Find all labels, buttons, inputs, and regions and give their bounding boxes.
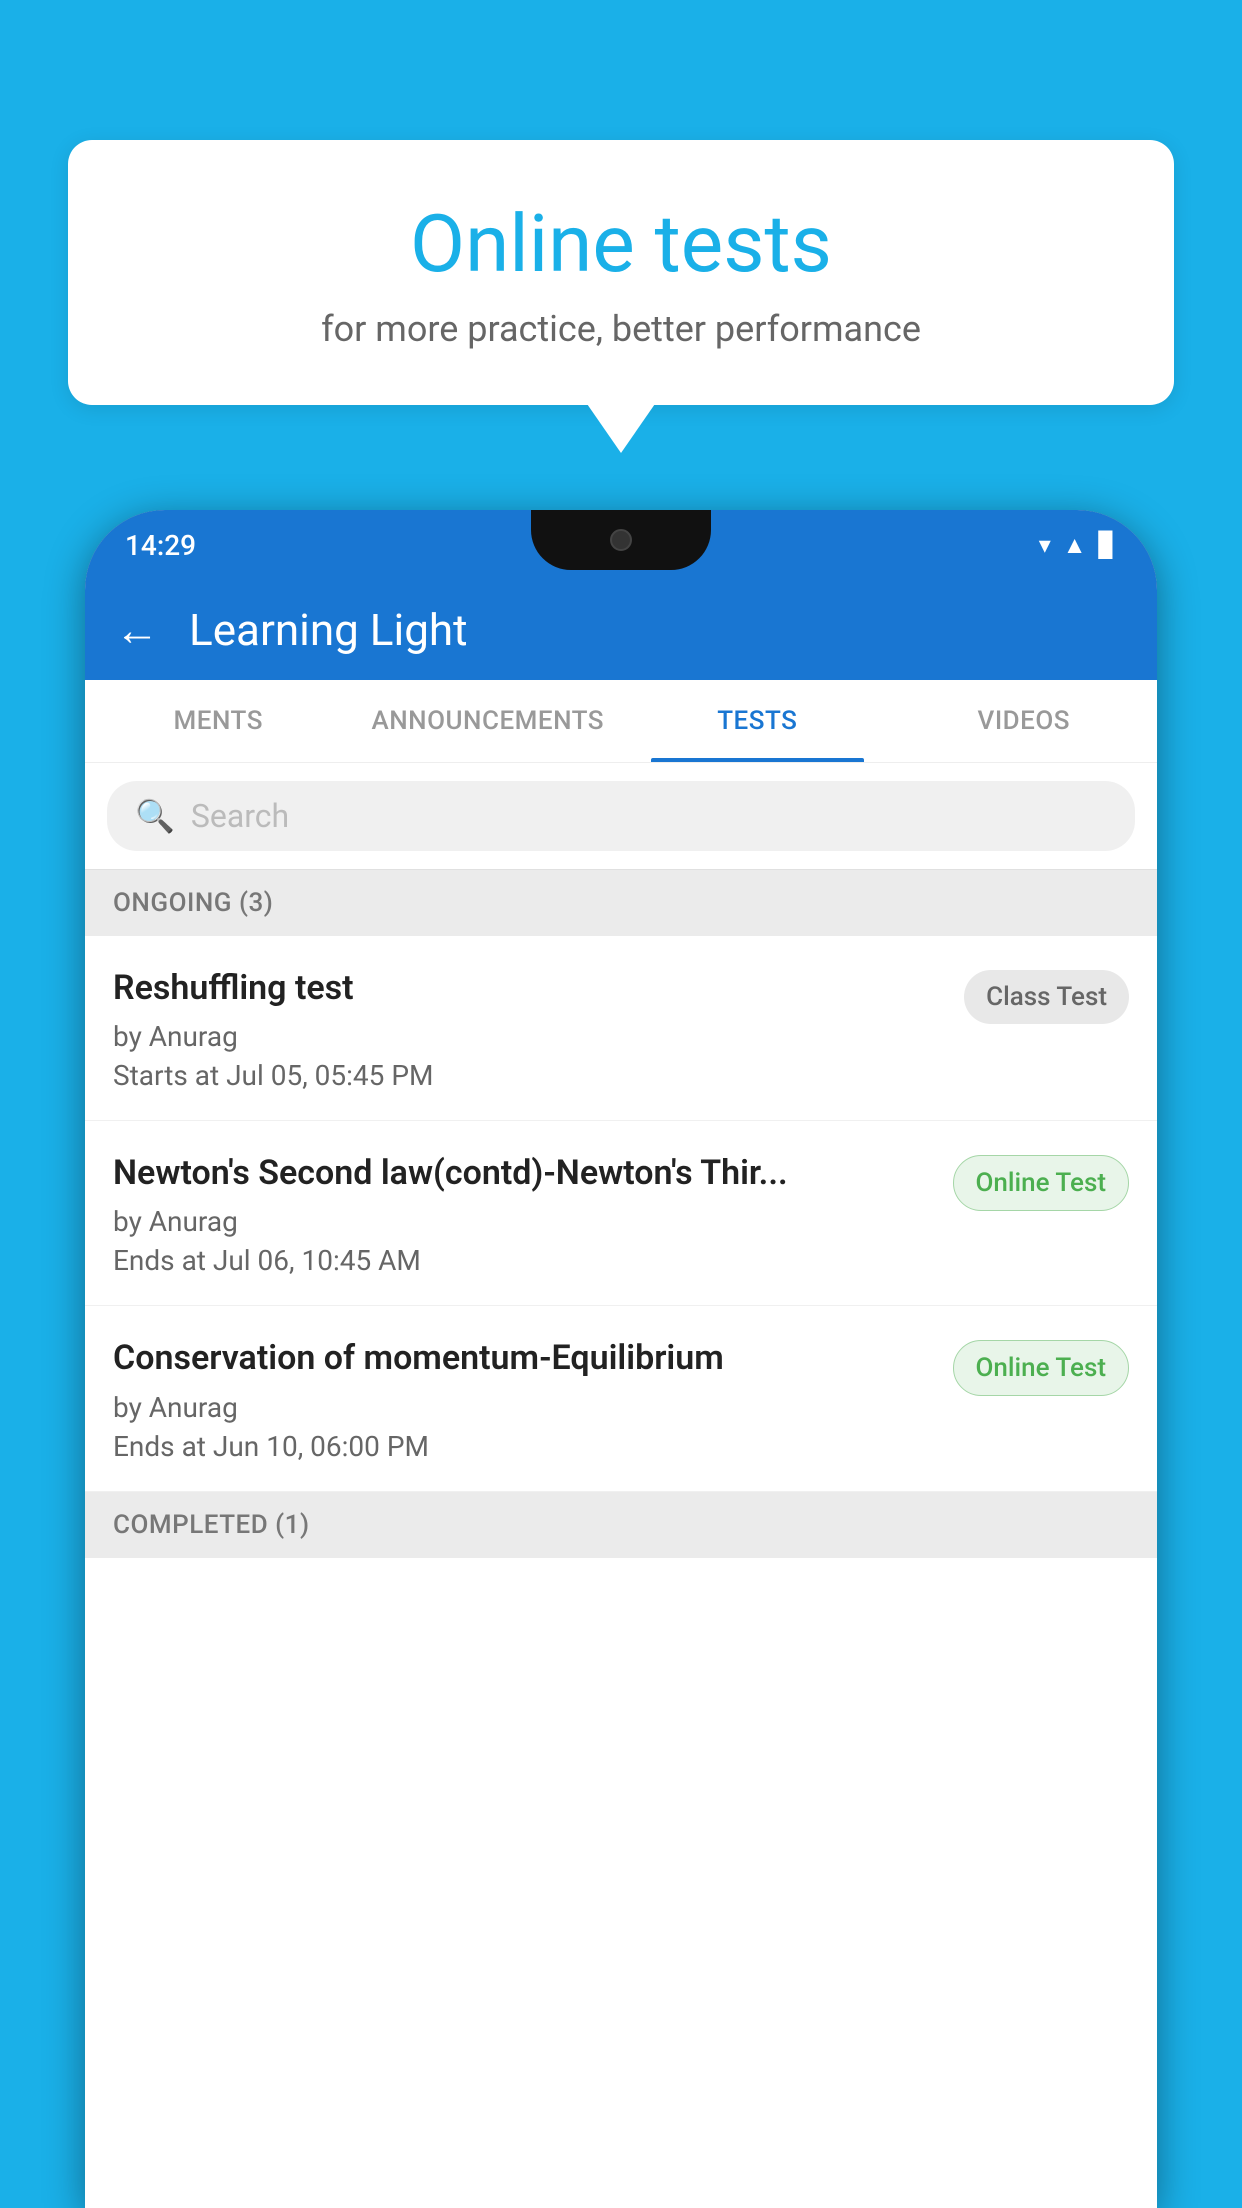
wifi-icon: ▾ [1039,531,1051,559]
test-info-conservation: Conservation of momentum-Equilibrium by … [113,1336,933,1462]
test-item-reshuffling[interactable]: Reshuffling test by Anurag Starts at Jul… [85,936,1157,1121]
back-button[interactable]: ← [115,608,159,652]
status-bar: 14:29 ▾ ▲ ▊ [85,510,1157,580]
test-author-conservation: by Anurag [113,1391,933,1424]
phone-notch [531,510,711,570]
front-camera [610,529,632,551]
search-wrapper[interactable]: 🔍 Search [107,781,1135,851]
test-date-reshuffling: Starts at Jul 05, 05:45 PM [113,1059,944,1092]
status-icons: ▾ ▲ ▊ [1039,531,1117,560]
content-area: 🔍 Search ONGOING (3) Reshuffling test by… [85,763,1157,2208]
promo-bubble: Online tests for more practice, better p… [68,140,1174,405]
app-header: ← Learning Light [85,580,1157,680]
test-item-newtons[interactable]: Newton's Second law(contd)-Newton's Thir… [85,1121,1157,1306]
test-name-reshuffling: Reshuffling test [113,966,944,1010]
test-item-conservation[interactable]: Conservation of momentum-Equilibrium by … [85,1306,1157,1491]
bubble-subtitle: for more practice, better performance [118,308,1124,350]
test-name-conservation: Conservation of momentum-Equilibrium [113,1336,933,1380]
search-placeholder: Search [191,797,289,835]
tab-tests[interactable]: TESTS [624,680,890,762]
battery-icon: ▊ [1099,531,1117,559]
test-badge-reshuffling: Class Test [964,970,1129,1024]
search-icon: 🔍 [135,797,175,835]
test-date-newtons: Ends at Jul 06, 10:45 AM [113,1244,933,1277]
app-title: Learning Light [189,604,468,656]
tab-announcements[interactable]: ANNOUNCEMENTS [351,680,624,762]
status-time: 14:29 [125,529,196,562]
tabs-bar: MENTS ANNOUNCEMENTS TESTS VIDEOS [85,680,1157,763]
test-name-newtons: Newton's Second law(contd)-Newton's Thir… [113,1151,933,1195]
signal-icon: ▲ [1063,531,1087,560]
test-author-newtons: by Anurag [113,1205,933,1238]
phone-frame: 14:29 ▾ ▲ ▊ ← Learning Light MENTS ANNOU… [85,510,1157,2208]
test-info-newtons: Newton's Second law(contd)-Newton's Thir… [113,1151,933,1277]
ongoing-section-header: ONGOING (3) [85,870,1157,936]
tab-videos[interactable]: VIDEOS [891,680,1157,762]
tab-ments[interactable]: MENTS [85,680,351,762]
test-badge-conservation: Online Test [953,1340,1130,1396]
test-date-conservation: Ends at Jun 10, 06:00 PM [113,1430,933,1463]
completed-section-header: COMPLETED (1) [85,1492,1157,1558]
search-container: 🔍 Search [85,763,1157,870]
test-info-reshuffling: Reshuffling test by Anurag Starts at Jul… [113,966,944,1092]
test-badge-newtons: Online Test [953,1155,1130,1211]
bubble-title: Online tests [118,200,1124,288]
test-author-reshuffling: by Anurag [113,1020,944,1053]
